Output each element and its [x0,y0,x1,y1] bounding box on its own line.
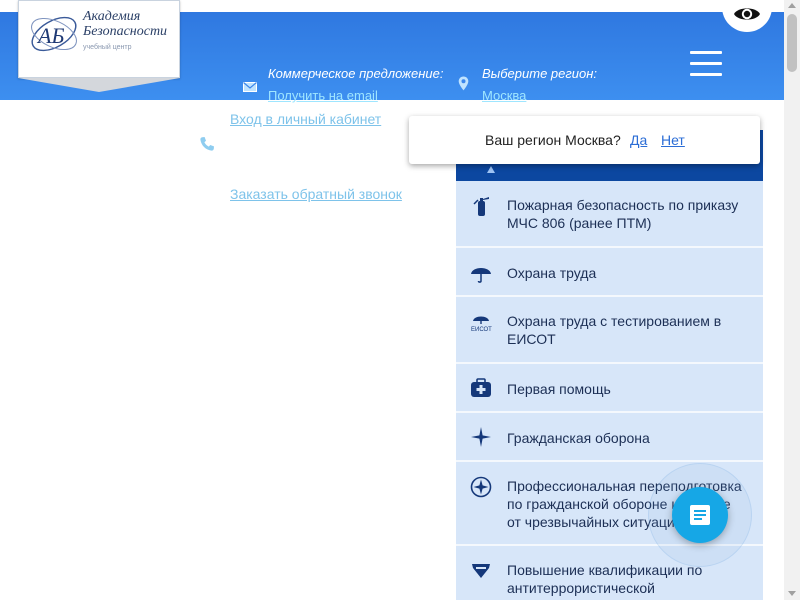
menu-item-civil-defense[interactable]: Гражданская оборона [456,413,763,462]
location-pin-icon [458,76,469,91]
page-scrollbar[interactable] [784,0,800,600]
hamburger-icon [690,51,722,54]
region-confirm-popup: Ваш регион Москва? Да Нет [409,116,760,164]
menu-item-label: Первая помощь [507,381,611,397]
logo-card: АБ Академия Безопасности учебный центр [18,0,180,78]
menu-item-label: Гражданская оборона [507,430,650,446]
logo-mark-text: АБ [36,23,64,48]
shield-icon [472,564,490,578]
region-no-link[interactable]: Нет [661,132,685,148]
logo[interactable]: АБ Академия Безопасности учебный центр [18,0,180,94]
region-label: Выберите регион: [482,66,598,81]
star-icon [471,427,491,447]
umbrella-icon [471,268,491,283]
scroll-up-arrow-icon[interactable] [788,3,796,8]
get-by-email-link[interactable]: Получить на email [268,88,378,103]
floating-document-button[interactable] [672,487,728,543]
logo-ribbon-tail [18,78,180,92]
hamburger-menu-button[interactable] [690,51,722,77]
callback-link[interactable]: Заказать обратный звонок [230,186,402,202]
menu-item-labor-safety[interactable]: Охрана труда [456,248,763,297]
menu-item-label: Охрана труда с тестированием в ЕИСОТ [507,313,722,347]
menu-item-label: Охрана труда [507,265,597,281]
login-link[interactable]: Вход в личный кабинет [230,111,381,127]
eye-icon [734,8,760,20]
hamburger-line [690,73,722,76]
civil-defense-emblem-icon [470,476,492,498]
fire-extinguisher-icon [473,197,489,216]
logo-mark-icon: АБ [31,16,77,52]
hamburger-line [690,62,722,65]
menu-item-first-aid[interactable]: Первая помощь [456,364,763,413]
caret-up-icon [487,166,495,173]
menu-item-label: Повышение квалификации по антитеррористи… [507,562,703,596]
logo-title: Академия Безопасности [83,9,167,39]
region-question: Ваш регион Москва? [485,132,621,148]
scroll-down-arrow-icon[interactable] [788,591,796,596]
svg-text:ЕИСОТ: ЕИСОТ [471,327,492,333]
mail-icon [243,79,257,92]
document-icon [690,505,710,525]
menu-item-label: Пожарная безопасность по приказу МЧС 806… [507,197,739,231]
page: Коммерческое предложение: Получить на em… [0,0,800,600]
region-yes-link[interactable]: Да [630,132,647,148]
commercial-offer-label: Коммерческое предложение: [268,66,444,81]
menu-item-labor-safety-eisot[interactable]: ЕИСОТ Охрана труда с тестированием в ЕИС… [456,297,763,364]
menu-item-fire-safety[interactable]: Пожарная безопасность по приказу МЧС 806… [456,181,763,248]
first-aid-kit-icon [471,378,491,397]
logo-title-line1: Академия [83,9,141,24]
logo-subtitle: учебный центр [83,44,132,51]
scrollbar-thumb[interactable] [787,14,797,72]
region-moscow-link[interactable]: Москва [482,88,526,103]
logo-title-line2: Безопасности [83,24,168,39]
eisot-umbrella-icon: ЕИСОТ [471,316,492,333]
phone-icon [199,136,215,152]
